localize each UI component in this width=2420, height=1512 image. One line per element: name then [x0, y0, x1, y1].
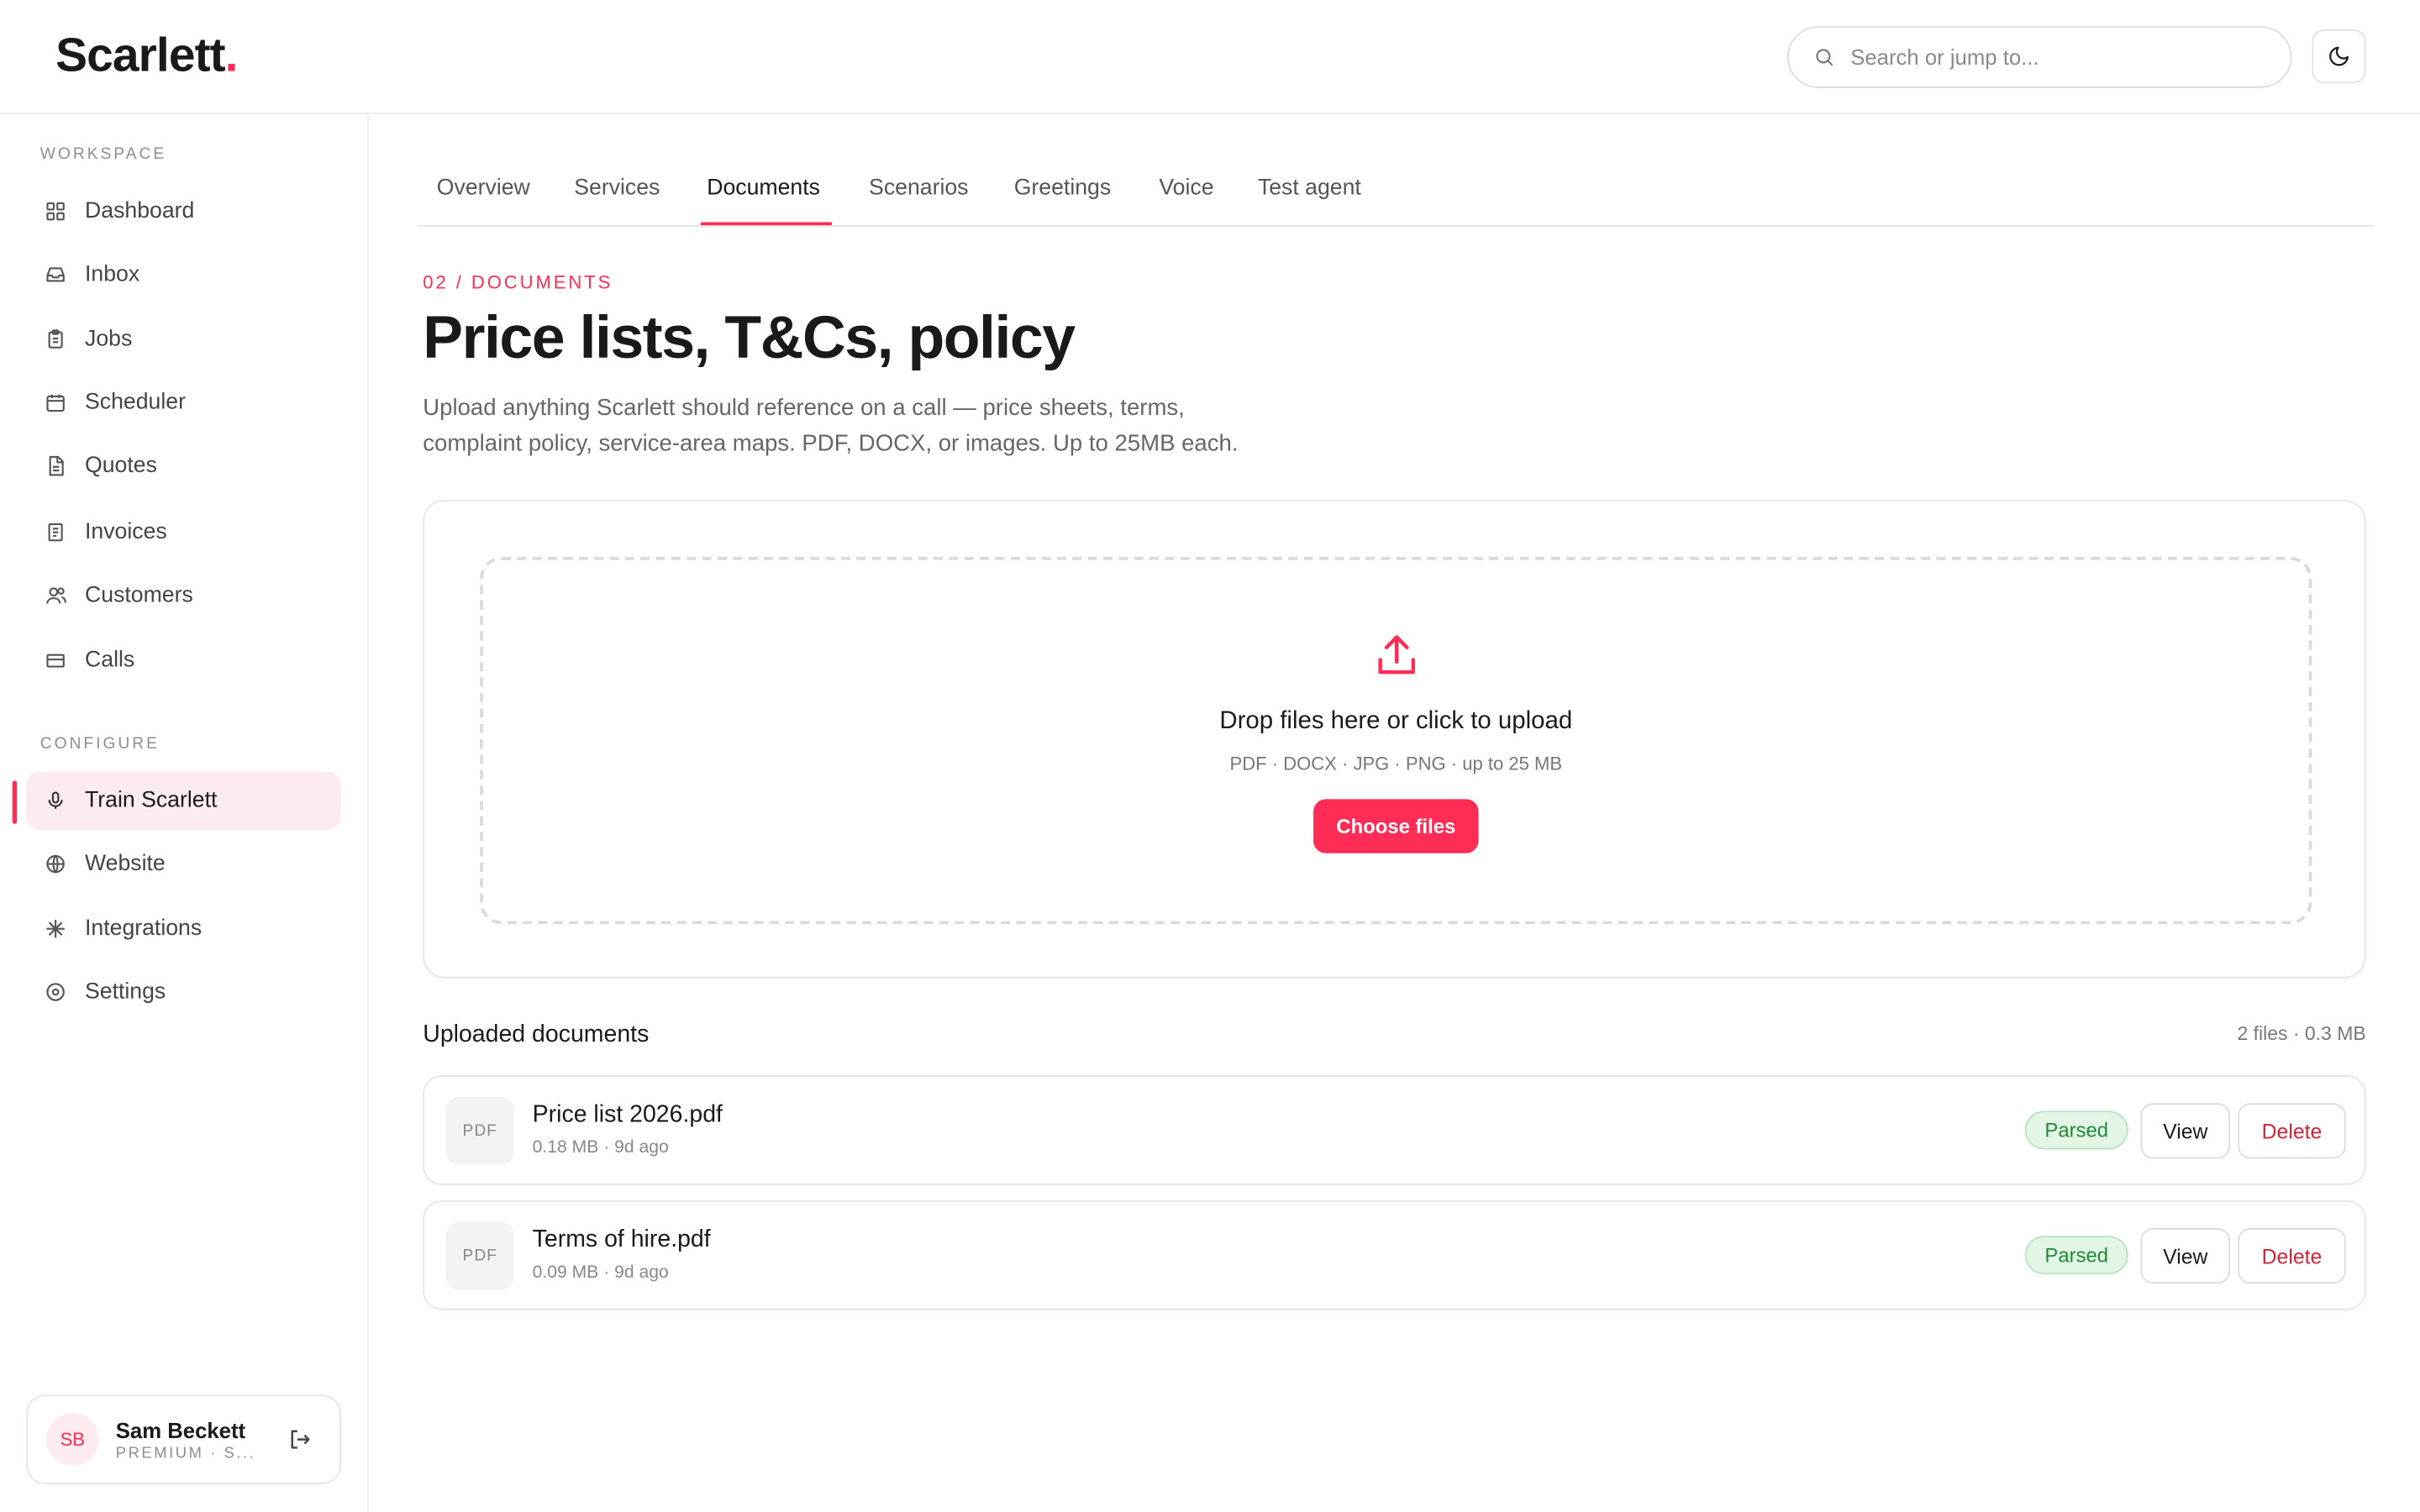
sidebar-item-label: Calls [85, 648, 135, 673]
tab-voice[interactable]: Voice [1159, 176, 1213, 200]
avatar: SB [46, 1413, 99, 1466]
top-bar: Scarlett. Search or jump to... [0, 0, 2420, 114]
document-meta: 0.18 MB · 9d ago [532, 1138, 669, 1158]
inbox-icon [43, 262, 67, 286]
tab-services[interactable]: Services [574, 176, 660, 200]
mic-icon [43, 789, 67, 813]
page-description: Upload anything Scarlett should referenc… [423, 395, 1239, 457]
tab-documents[interactable]: Documents [707, 176, 820, 200]
configure-section-label: CONFIGURE [39, 734, 160, 753]
uploaded-summary: 2 files · 0.3 MB [2237, 1022, 2366, 1045]
clipboard-icon [43, 327, 67, 351]
theme-toggle-button[interactable] [2312, 29, 2366, 84]
sidebar-item-label: Settings [85, 979, 166, 1005]
sidebar-item-calls[interactable]: Calls [26, 631, 341, 690]
sidebar-item-settings[interactable]: Settings [26, 963, 341, 1021]
users-icon [43, 583, 67, 607]
logo-dot: . [224, 28, 239, 82]
document-row: PDF Price list 2026.pdf 0.18 MB · 9d ago… [423, 1075, 2366, 1185]
search-icon [1816, 49, 1833, 66]
user-card[interactable]: SB Sam Beckett PREMIUM · S... [26, 1394, 341, 1484]
sidebar-item-label: Inbox [85, 262, 140, 287]
dropzone-title: Drop files here or click to upload [1219, 708, 1573, 735]
section-eyebrow: 02 / DOCUMENTS [423, 271, 613, 293]
sidebar-item-jobs[interactable]: Jobs [26, 310, 341, 369]
page-title: Price lists, T&Cs, policy [423, 305, 1076, 372]
sidebar-item-label: Train Scarlett [85, 788, 218, 813]
view-button[interactable]: View [2140, 1228, 2231, 1284]
calendar-icon [43, 391, 67, 415]
logout-button[interactable] [287, 1427, 312, 1460]
card-icon [43, 648, 67, 672]
sidebar-item-dashboard[interactable]: Dashboard [26, 182, 341, 241]
delete-button[interactable]: Delete [2238, 1103, 2346, 1159]
logout-icon [291, 1430, 310, 1449]
logo-text: Scarlett [55, 28, 225, 82]
delete-button[interactable]: Delete [2238, 1228, 2346, 1284]
tab-active-underline [700, 222, 832, 226]
app-logo[interactable]: Scarlett. [55, 28, 239, 83]
pdf-file-icon: PDF [445, 1221, 514, 1290]
sidebar-item-label: Quotes [85, 453, 157, 479]
sidebar: WORKSPACE Dashboard Inbox Jobs Scheduler… [0, 113, 369, 1512]
tab-overview[interactable]: Overview [437, 176, 530, 200]
moon-icon [2329, 46, 2349, 66]
user-name: Sam Beckett [115, 1417, 246, 1442]
sidebar-item-train-scarlett[interactable]: Train Scarlett [26, 771, 341, 831]
sidebar-item-label: Invoices [85, 519, 167, 545]
sparkle-icon [43, 916, 67, 941]
pdf-file-icon: PDF [445, 1096, 514, 1165]
upload-icon [1372, 631, 1422, 688]
sidebar-item-label: Website [85, 851, 166, 877]
user-plan: PREMIUM · S... [115, 1445, 256, 1462]
tab-bar: Overview Services Documents Scenarios Gr… [416, 155, 2374, 227]
sidebar-item-quotes[interactable]: Quotes [26, 437, 341, 496]
sidebar-item-label: Customers [85, 583, 193, 608]
globe-icon [43, 852, 67, 876]
sidebar-item-label: Scheduler [85, 390, 186, 416]
tab-test-agent[interactable]: Test agent [1258, 176, 1361, 200]
tab-greetings[interactable]: Greetings [1014, 176, 1111, 200]
upload-dropzone[interactable]: Drop files here or click to upload PDF ·… [480, 557, 2312, 925]
document-name: Price list 2026.pdf [532, 1101, 723, 1128]
workspace-section-label: WORKSPACE [39, 144, 167, 164]
sidebar-item-website[interactable]: Website [26, 835, 341, 894]
view-button[interactable]: View [2140, 1103, 2231, 1159]
user-info: Sam Beckett PREMIUM · S... [116, 1417, 256, 1462]
sidebar-item-customers[interactable]: Customers [26, 566, 341, 625]
target-icon [43, 979, 67, 1004]
sidebar-item-label: Jobs [85, 327, 133, 352]
search-placeholder: Search or jump to... [1850, 45, 2039, 70]
receipt-icon [43, 520, 67, 544]
sidebar-item-label: Dashboard [85, 198, 195, 224]
document-row: PDF Terms of hire.pdf 0.09 MB · 9d ago P… [423, 1200, 2366, 1310]
search-input[interactable]: Search or jump to... [1786, 26, 2292, 88]
sidebar-item-scheduler[interactable]: Scheduler [26, 373, 341, 432]
document-meta: 0.09 MB · 9d ago [532, 1263, 669, 1283]
active-indicator [12, 780, 18, 824]
status-badge: Parsed [2024, 1236, 2128, 1275]
file-icon [43, 454, 67, 478]
document-name: Terms of hire.pdf [532, 1226, 711, 1253]
sidebar-item-integrations[interactable]: Integrations [26, 900, 341, 958]
sidebar-item-inbox[interactable]: Inbox [26, 245, 341, 304]
upload-card: Drop files here or click to upload PDF ·… [423, 500, 2366, 979]
grid-icon [43, 199, 67, 223]
sidebar-item-label: Integrations [85, 916, 203, 942]
choose-files-button[interactable]: Choose files [1313, 799, 1479, 853]
uploaded-documents-heading: Uploaded documents [423, 1021, 650, 1048]
dropzone-subtitle: PDF · DOCX · JPG · PNG · up to 25 MB [1229, 753, 1563, 775]
tab-scenarios[interactable]: Scenarios [869, 176, 968, 200]
status-badge: Parsed [2024, 1110, 2128, 1150]
sidebar-item-invoices[interactable]: Invoices [26, 503, 341, 562]
